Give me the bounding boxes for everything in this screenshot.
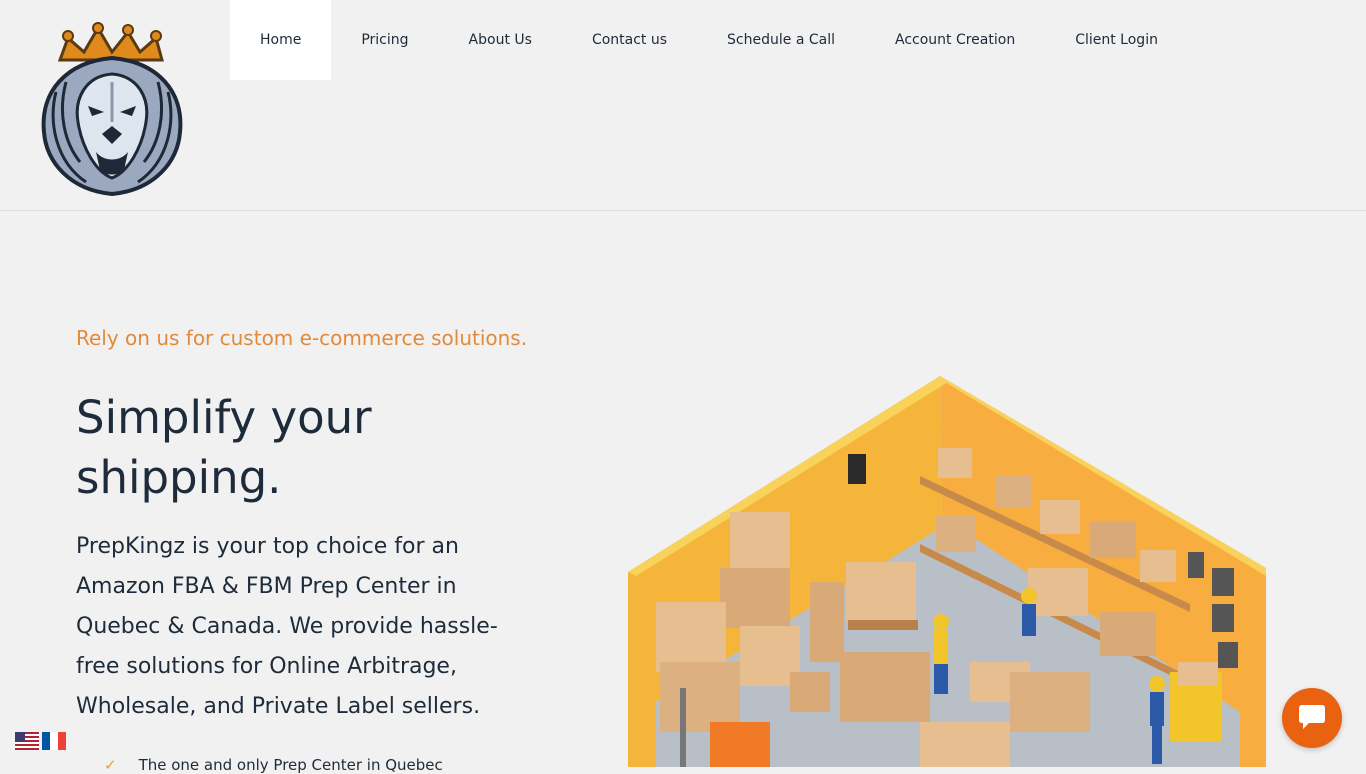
nav-item-contact-us[interactable]: Contact us xyxy=(562,0,697,80)
feature-bullet-text: The one and only Prep Center in Quebec xyxy=(138,756,443,774)
language-switcher xyxy=(15,732,66,750)
site-header: Home Pricing About Us Contact us Schedul… xyxy=(0,0,1366,211)
fr-flag-icon[interactable] xyxy=(42,732,66,750)
nav-item-account-creation[interactable]: Account Creation xyxy=(865,0,1045,80)
nav-item-client-login[interactable]: Client Login xyxy=(1045,0,1188,80)
site-logo[interactable] xyxy=(36,22,188,198)
nav-item-home[interactable]: Home xyxy=(230,0,332,80)
nav-item-about-us[interactable]: About Us xyxy=(439,0,562,80)
hero-description: PrepKingz is your top choice for an Amaz… xyxy=(76,534,498,719)
main-nav: Home Pricing About Us Contact us Schedul… xyxy=(230,0,1188,80)
check-icon: ✓ xyxy=(104,756,117,774)
hero-eyebrow: Rely on us for custom e-commerce solutio… xyxy=(76,326,528,350)
lion-crown-logo xyxy=(41,22,183,197)
warehouse-illustration xyxy=(620,372,1280,772)
hero-headline: Simplify your shipping. xyxy=(76,391,372,504)
us-flag-icon[interactable] xyxy=(15,732,39,750)
nav-item-pricing[interactable]: Pricing xyxy=(331,0,438,80)
feature-bullet: ✓ The one and only Prep Center in Quebec xyxy=(104,756,443,774)
nav-item-schedule-call[interactable]: Schedule a Call xyxy=(697,0,865,80)
chat-button[interactable] xyxy=(1282,688,1342,748)
chat-bubble-icon xyxy=(1299,705,1325,729)
